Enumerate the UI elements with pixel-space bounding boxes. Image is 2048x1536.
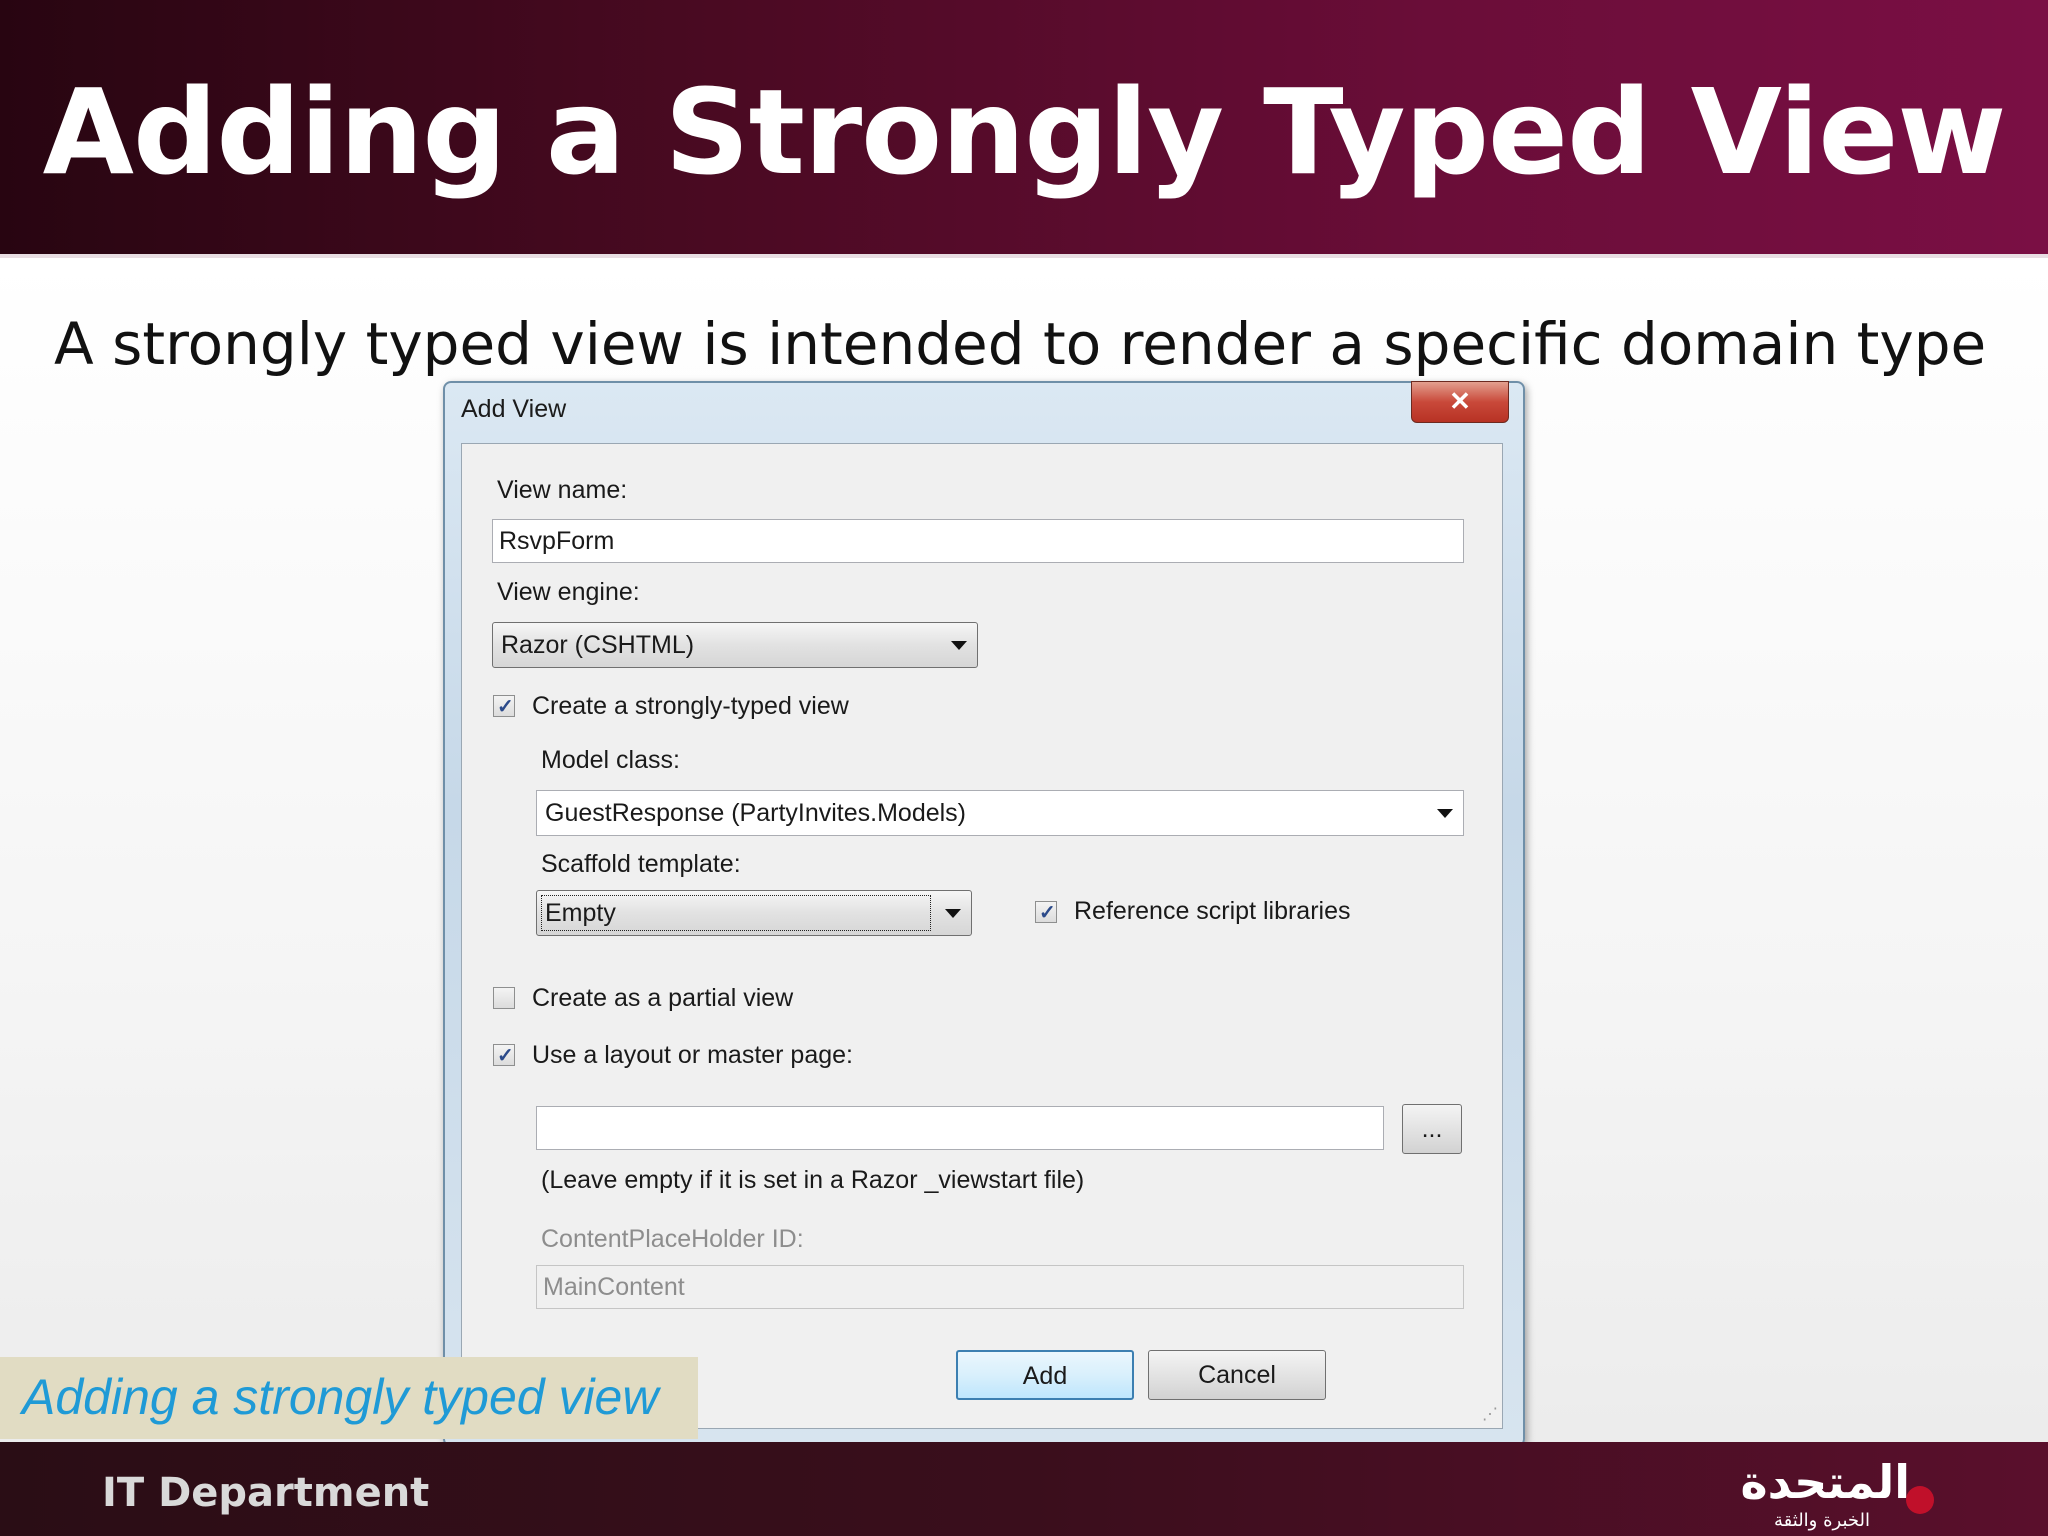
partial-view-label: Create as a partial view	[532, 984, 794, 1012]
logo-text-sub: الخبرة والثقة	[1774, 1510, 1870, 1531]
layout-checkbox[interactable]: ✓	[493, 1044, 515, 1066]
slide-header: Adding a Strongly Typed View	[0, 0, 2048, 258]
focus-indicator	[541, 895, 931, 931]
chevron-down-icon	[951, 641, 967, 650]
footer-department: IT Department	[102, 1470, 430, 1516]
model-class-label: Model class:	[541, 746, 680, 774]
company-logo: المتحدة الخبرة والثقة	[1740, 1455, 1934, 1531]
model-class-value: GuestResponse (PartyInvites.Models)	[545, 799, 967, 827]
chevron-down-icon	[945, 909, 961, 918]
view-name-label: View name:	[497, 476, 628, 504]
resize-grip-icon[interactable]: ⋰	[1482, 1404, 1498, 1424]
check-icon: ✓	[497, 696, 514, 718]
reference-scripts-checkbox[interactable]: ✓	[1035, 901, 1057, 923]
layout-hint: (Leave empty if it is set in a Razor _vi…	[541, 1166, 1085, 1194]
view-engine-select[interactable]: Razor (CSHTML)	[492, 622, 978, 668]
chevron-down-icon	[1437, 809, 1453, 818]
slide-caption: Adding a strongly typed view	[22, 1369, 659, 1425]
placeholder-id-label: ContentPlaceHolder ID:	[541, 1225, 804, 1253]
dialog-title: Add View	[461, 395, 567, 423]
reference-scripts-label: Reference script libraries	[1074, 897, 1351, 925]
slide-title: Adding a Strongly Typed View	[42, 63, 2007, 201]
layout-path-input[interactable]	[536, 1106, 1384, 1150]
slide-subtitle: A strongly typed view is intended to ren…	[54, 310, 1987, 378]
strongly-typed-checkbox[interactable]: ✓	[493, 695, 515, 717]
cancel-button[interactable]: Cancel	[1148, 1350, 1326, 1400]
add-view-dialog: Add View ✕ View name: RsvpForm View engi…	[443, 381, 1525, 1447]
check-icon: ✓	[1039, 902, 1056, 924]
scaffold-template-select[interactable]: Empty	[536, 890, 972, 936]
close-icon: ✕	[1449, 386, 1471, 416]
view-engine-label: View engine:	[497, 578, 640, 606]
logo-text-main: المتحدة	[1740, 1455, 1910, 1509]
partial-view-checkbox[interactable]	[493, 987, 515, 1009]
view-engine-value: Razor (CSHTML)	[501, 631, 695, 659]
layout-label: Use a layout or master page:	[532, 1041, 853, 1069]
placeholder-id-input[interactable]: MainContent	[536, 1265, 1464, 1309]
dialog-body: View name: RsvpForm View engine: Razor (…	[461, 443, 1503, 1429]
logo-dot	[1906, 1486, 1934, 1514]
scaffold-template-label: Scaffold template:	[541, 850, 741, 878]
check-icon: ✓	[497, 1045, 514, 1067]
browse-button[interactable]: ...	[1402, 1104, 1462, 1154]
strongly-typed-label: Create a strongly-typed view	[532, 692, 849, 720]
add-button[interactable]: Add	[956, 1350, 1134, 1400]
close-button[interactable]: ✕	[1411, 381, 1509, 423]
model-class-select[interactable]: GuestResponse (PartyInvites.Models)	[536, 790, 1464, 836]
view-name-input[interactable]: RsvpForm	[492, 519, 1464, 563]
